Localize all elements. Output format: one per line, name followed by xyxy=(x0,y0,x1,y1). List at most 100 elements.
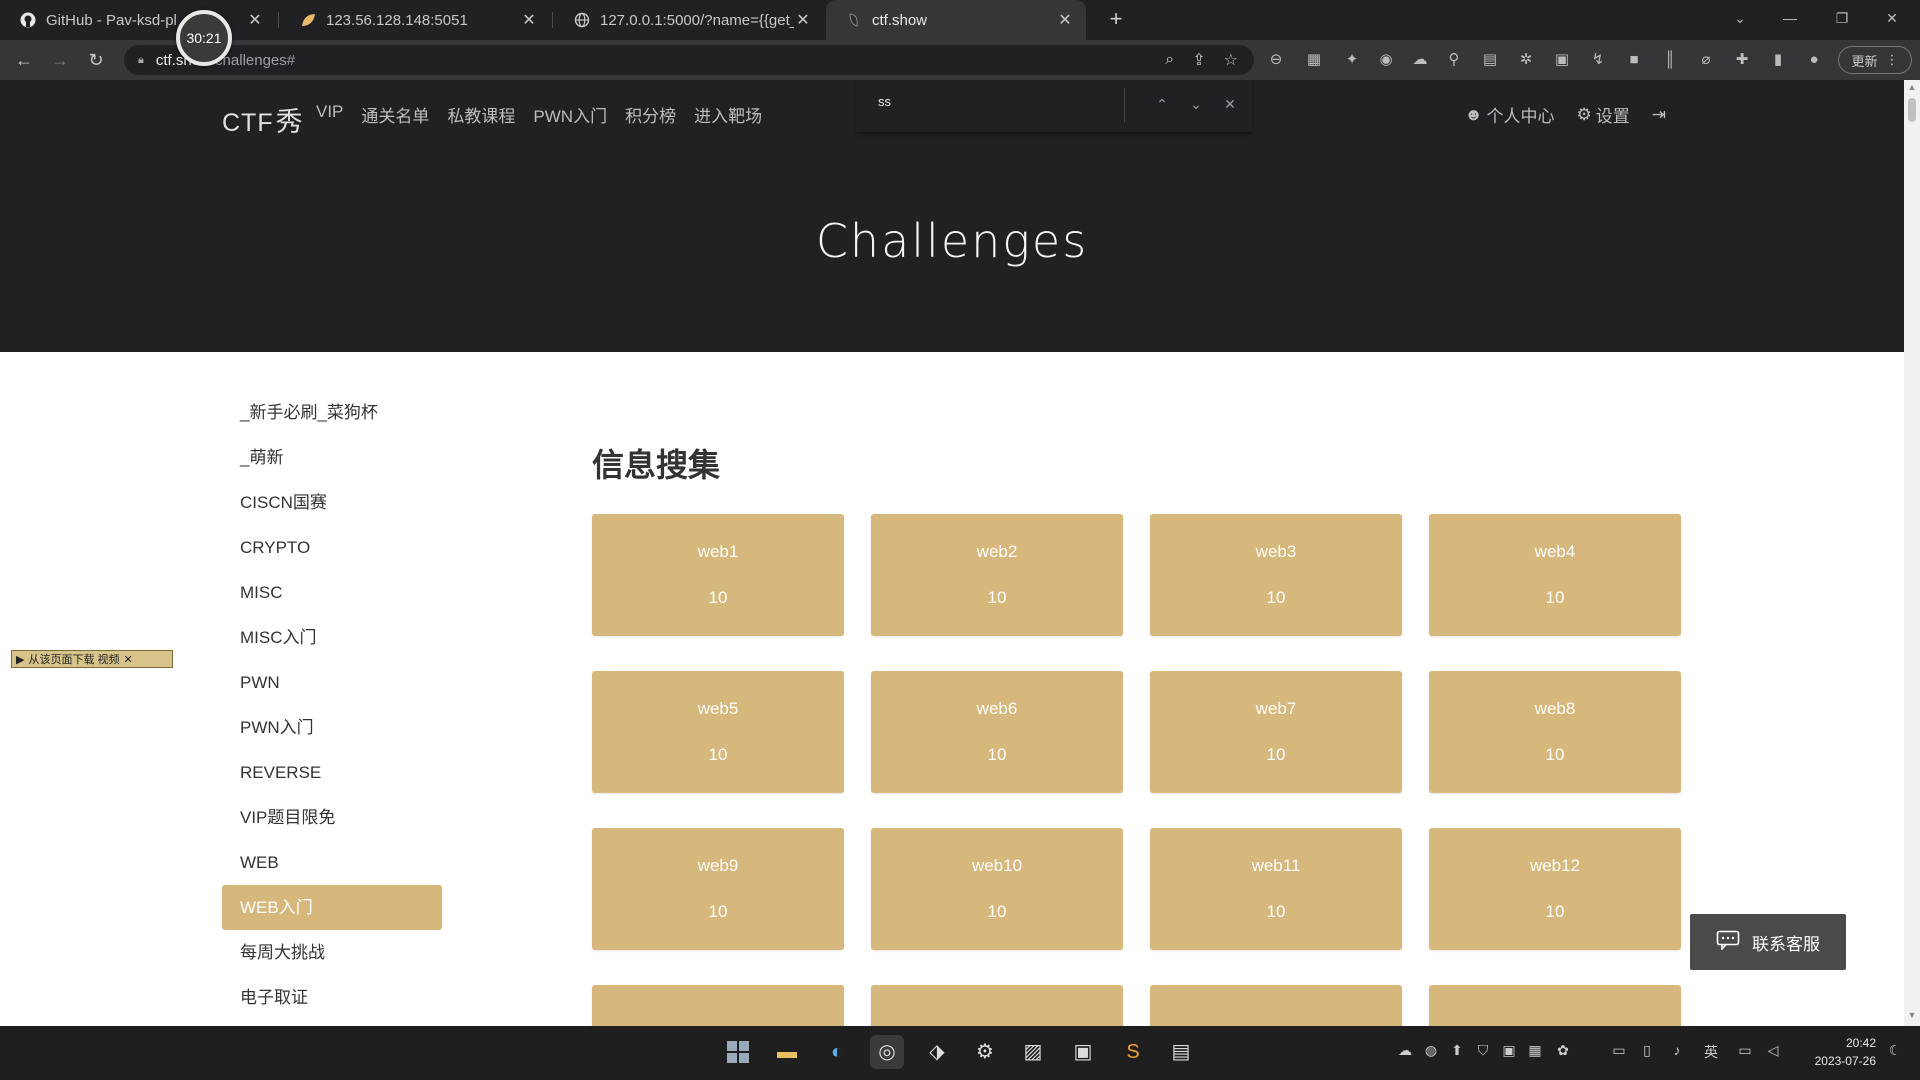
tab-localhost-5000[interactable]: 127.0.0.1:5000/?name={{get_fl ✕ xyxy=(554,0,824,40)
usb-icon[interactable]: ▯ xyxy=(1636,1042,1658,1059)
extension-icon[interactable]: ⊖ xyxy=(1266,50,1286,70)
nav-leaderboard[interactable]: 积分榜 xyxy=(625,102,676,127)
sidebar-item[interactable]: WEB xyxy=(222,840,442,885)
tray-app-icon[interactable]: ✿ xyxy=(1552,1042,1574,1059)
sidebar-item[interactable]: _萌新 xyxy=(222,435,442,480)
scroll-down-icon[interactable]: ▼ xyxy=(1904,1010,1920,1024)
sublime-icon[interactable]: S xyxy=(1116,1035,1150,1069)
start-icon[interactable] xyxy=(721,1035,755,1069)
settings-link[interactable]: ⚙ 设置 xyxy=(1577,102,1630,127)
network-icon[interactable]: ▭ xyxy=(1734,1042,1756,1059)
tray-app-icon[interactable]: ☁ xyxy=(1394,1042,1416,1059)
challenge-card[interactable]: web4 10 xyxy=(1429,514,1681,636)
profile-icon[interactable]: ● xyxy=(1804,50,1824,70)
pycharm-icon[interactable]: ▣ xyxy=(1066,1035,1100,1069)
contact-support-button[interactable]: 联系客服 xyxy=(1690,914,1846,970)
close-window-button[interactable]: ✕ xyxy=(1872,4,1912,32)
challenge-card[interactable]: web9 10 xyxy=(592,828,844,950)
tray-app-icon[interactable]: ⬆ xyxy=(1446,1042,1468,1059)
folder-icon[interactable]: ▬ xyxy=(770,1035,804,1069)
sidebar-item[interactable]: CRYPTO xyxy=(222,525,442,570)
logout-link[interactable]: ⇥ xyxy=(1652,105,1666,125)
extensions-puzzle-icon[interactable]: ✚ xyxy=(1732,50,1752,70)
side-panel-icon[interactable]: ▮ xyxy=(1768,50,1788,70)
sidebar-item[interactable]: VIP题目限免 xyxy=(222,795,442,840)
back-button[interactable]: ← xyxy=(12,48,36,72)
nav-clearance-list[interactable]: 通关名单 xyxy=(361,102,429,127)
nav-private-courses[interactable]: 私教课程 xyxy=(447,102,515,127)
address-bar[interactable]: 🔒︎ ctf.show/challenges# ⌕ ⇪ ☆ xyxy=(124,45,1254,75)
update-button[interactable]: 更新 ⋮ xyxy=(1838,46,1912,74)
find-previous-icon[interactable]: ⌃ xyxy=(1152,94,1172,114)
extension-icon[interactable]: ↯ xyxy=(1588,50,1608,70)
restore-button[interactable]: ❐ xyxy=(1822,4,1862,32)
sidebar-item[interactable]: PWN入门 xyxy=(222,705,442,750)
video-download-badge[interactable]: ▶ 从该页面下载 视频 ✕ xyxy=(11,650,173,668)
sidebar-item[interactable]: WEB入门 xyxy=(222,885,442,930)
find-input[interactable] xyxy=(878,94,1078,109)
tab-github[interactable]: GitHub - Pav-ksd-pl ✕ xyxy=(0,0,276,40)
volume-icon[interactable]: ◁ xyxy=(1762,1042,1784,1059)
sidebar-item[interactable]: REVERSE xyxy=(222,750,442,795)
sidebar-item[interactable]: PWN xyxy=(222,660,442,705)
sidebar-item[interactable]: CISCN国赛 xyxy=(222,480,442,525)
challenge-card[interactable]: web14 xyxy=(871,985,1123,1026)
close-icon[interactable]: ✕ xyxy=(246,10,264,30)
page-scrollbar[interactable]: ▲ ▼ xyxy=(1904,80,1920,1026)
scroll-thumb[interactable] xyxy=(1908,98,1916,122)
challenge-card[interactable]: web12 10 xyxy=(1429,828,1681,950)
new-tab-button[interactable]: + xyxy=(1102,6,1130,34)
tab-ip-5051[interactable]: 123.56.128.148:5051 ✕ xyxy=(280,0,550,40)
extension-icon[interactable]: ▦ xyxy=(1304,50,1324,70)
challenge-card[interactable]: web3 10 xyxy=(1150,514,1402,636)
challenge-card[interactable]: web10 10 xyxy=(871,828,1123,950)
message-icon[interactable]: ▭ xyxy=(1608,1042,1630,1059)
notepad-icon[interactable]: ▤ xyxy=(1164,1035,1198,1069)
close-icon[interactable]: ✕ xyxy=(794,10,812,30)
challenge-card[interactable]: web16 xyxy=(1429,985,1681,1026)
sidebar-item[interactable]: _新手必刷_菜狗杯 xyxy=(222,390,442,435)
scroll-up-icon[interactable]: ▲ xyxy=(1904,82,1920,96)
challenge-card[interactable]: web8 10 xyxy=(1429,671,1681,793)
forward-button[interactable]: → xyxy=(48,48,72,72)
share-icon[interactable]: ⇪ xyxy=(1192,50,1205,70)
nav-enter-range[interactable]: 进入靶场 xyxy=(694,102,762,127)
close-icon[interactable]: ✕ xyxy=(1056,10,1074,30)
extension-icon[interactable]: ⌀ xyxy=(1696,50,1716,70)
profile-link[interactable]: ☻ 个人中心 xyxy=(1465,102,1555,127)
sidebar-item[interactable]: 每周大挑战 xyxy=(222,930,442,975)
app-icon[interactable]: ⬗ xyxy=(920,1035,954,1069)
system-clock[interactable]: 20:42 2023-07-26 xyxy=(1796,1034,1876,1070)
extension-icon[interactable]: ⚲ xyxy=(1444,50,1464,70)
extension-icon[interactable]: ☁ xyxy=(1410,50,1430,70)
challenge-card[interactable]: web1 10 xyxy=(592,514,844,636)
find-next-icon[interactable]: ⌄ xyxy=(1186,94,1206,114)
challenge-card[interactable]: web15 xyxy=(1150,985,1402,1026)
challenge-card[interactable]: web11 10 xyxy=(1150,828,1402,950)
reload-button[interactable]: ↻ xyxy=(84,48,108,72)
nav-vip[interactable]: VIP xyxy=(316,102,343,127)
find-in-page-icon[interactable]: ⌕ xyxy=(1165,51,1174,69)
sidebar-item[interactable]: MISC入门 xyxy=(222,615,442,660)
tab-search-icon[interactable]: ⌄ xyxy=(1720,4,1760,32)
extension-icon[interactable]: ✲ xyxy=(1516,50,1536,70)
tray-app-icon[interactable]: ▣ xyxy=(1498,1042,1520,1059)
challenge-card[interactable]: web5 10 xyxy=(592,671,844,793)
steam-icon[interactable]: ⚙ xyxy=(968,1035,1002,1069)
bookmark-star-icon[interactable]: ☆ xyxy=(1224,50,1238,70)
edge-icon[interactable]: ◐ xyxy=(820,1035,854,1069)
more-menu-icon[interactable]: ⋮ xyxy=(1886,52,1899,68)
challenge-card[interactable]: web7 10 xyxy=(1150,671,1402,793)
challenge-card[interactable]: web13 xyxy=(592,985,844,1026)
tray-app-icon[interactable]: ▦ xyxy=(1524,1042,1546,1059)
challenge-card[interactable]: web2 10 xyxy=(871,514,1123,636)
minimize-button[interactable]: — xyxy=(1770,4,1810,32)
extension-icon[interactable]: ▣ xyxy=(1552,50,1572,70)
extension-icon[interactable]: ■ xyxy=(1624,50,1644,70)
tray-app-icon[interactable]: ◍ xyxy=(1420,1042,1442,1059)
extension-icon[interactable]: ▤ xyxy=(1480,50,1500,70)
find-close-icon[interactable]: ✕ xyxy=(1220,94,1240,114)
nav-pwn-intro[interactable]: PWN入门 xyxy=(533,102,607,127)
site-logo[interactable]: CTF秀 xyxy=(222,100,304,139)
close-icon[interactable]: ✕ xyxy=(124,653,133,666)
